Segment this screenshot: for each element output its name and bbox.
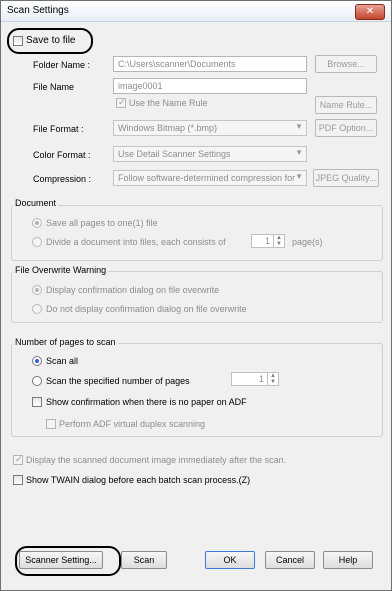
virtual-duplex-label: Perform ADF virtual duplex scanning [59, 419, 206, 429]
file-format-label: File Format : [33, 124, 84, 134]
scan-all-label: Scan all [46, 356, 79, 366]
display-after-scan-checkbox[interactable]: ✓ [13, 454, 23, 465]
file-format-value: Windows Bitmap (*.bmp) [118, 123, 218, 133]
use-name-rule-label: Use the Name Rule [129, 98, 208, 108]
file-name-field[interactable]: image0001 [113, 78, 307, 94]
show-confirmation-label: Show confirmation when there is no paper… [46, 397, 247, 407]
display-confirmation-radio[interactable] [32, 285, 42, 295]
overwrite-group-title: File Overwrite Warning [13, 265, 109, 275]
chevron-down-icon: ▼ [295, 172, 303, 181]
pages-per-file-stepper[interactable]: 1 ▲ ▼ [251, 234, 285, 248]
name-rule-button[interactable]: Name Rule... [315, 96, 377, 114]
folder-name-field[interactable]: C:\Users\scanner\Documents [113, 56, 307, 72]
show-confirmation-checkbox[interactable] [32, 397, 42, 407]
spin-arrows[interactable]: ▲ ▼ [267, 373, 278, 385]
spin-arrows[interactable]: ▲ ▼ [273, 235, 284, 247]
divide-document-radio[interactable] [32, 237, 42, 247]
check-icon: ✓ [118, 97, 126, 107]
pdf-option-button[interactable]: PDF Option... [315, 119, 377, 137]
use-name-rule-checkbox[interactable]: ✓ [116, 97, 126, 108]
file-format-select[interactable]: Windows Bitmap (*.bmp) ▼ [113, 120, 307, 136]
save-all-pages-radio[interactable] [32, 218, 42, 228]
spin-down-icon: ▼ [270, 379, 276, 385]
title-bar: Scan Settings ✕ [1, 1, 391, 22]
show-twain-label: Show TWAIN dialog before each batch scan… [26, 475, 251, 485]
scan-specified-radio[interactable] [32, 376, 42, 386]
scanner-setting-highlight [15, 546, 121, 576]
help-button[interactable]: Help [323, 551, 373, 569]
chevron-down-icon: ▼ [295, 148, 303, 157]
save-to-file-highlight [7, 28, 93, 54]
document-group [11, 205, 383, 261]
pages-group-title: Number of pages to scan [13, 337, 118, 347]
scan-settings-dialog: Scan Settings ✕ Save to file Folder Name… [0, 0, 392, 591]
folder-name-label: Folder Name : [33, 60, 91, 70]
close-icon: ✕ [365, 6, 375, 17]
compression-label: Compression : [33, 174, 92, 184]
overwrite-group [11, 271, 383, 323]
no-confirmation-label: Do not display confirmation dialog on fi… [46, 304, 247, 314]
color-format-value: Use Detail Scanner Settings [118, 149, 231, 159]
scan-button[interactable]: Scan [121, 551, 167, 569]
no-confirmation-radio[interactable] [32, 304, 42, 314]
scan-specified-label: Scan the specified number of pages [46, 376, 190, 386]
ok-button[interactable]: OK [205, 551, 255, 569]
display-after-scan-label: Display the scanned document image immed… [26, 455, 287, 465]
color-format-label: Color Format : [33, 150, 91, 160]
show-twain-checkbox[interactable] [13, 475, 23, 485]
jpeg-quality-button[interactable]: JPEG Quality... [313, 169, 379, 187]
pages-count-value: 1 [258, 374, 264, 384]
browse-button[interactable]: Browse... [315, 55, 377, 73]
file-name-label: File Name [33, 82, 75, 92]
compression-value: Follow software-determined compression f… [118, 173, 296, 183]
document-group-title: Document [13, 198, 59, 208]
color-format-select[interactable]: Use Detail Scanner Settings ▼ [113, 146, 307, 162]
virtual-duplex-checkbox[interactable] [46, 419, 56, 429]
pages-count-stepper[interactable]: 1 ▲ ▼ [231, 372, 279, 386]
check-icon: ✓ [15, 454, 23, 464]
cancel-button[interactable]: Cancel [265, 551, 315, 569]
save-all-pages-label: Save all pages to one(1) file [46, 218, 158, 228]
window-title: Scan Settings [7, 5, 69, 16]
divide-document-label: Divide a document into files, each consi… [46, 237, 226, 247]
chevron-down-icon: ▼ [295, 122, 303, 131]
pages-per-file-value: 1 [264, 236, 270, 246]
spin-down-icon: ▼ [276, 241, 282, 247]
compression-select[interactable]: Follow software-determined compression f… [113, 170, 307, 186]
display-confirmation-label: Display confirmation dialog on file over… [46, 285, 220, 295]
pages-unit-label: page(s) [292, 237, 323, 247]
scan-all-radio[interactable] [32, 356, 42, 366]
close-button[interactable]: ✕ [355, 4, 385, 20]
